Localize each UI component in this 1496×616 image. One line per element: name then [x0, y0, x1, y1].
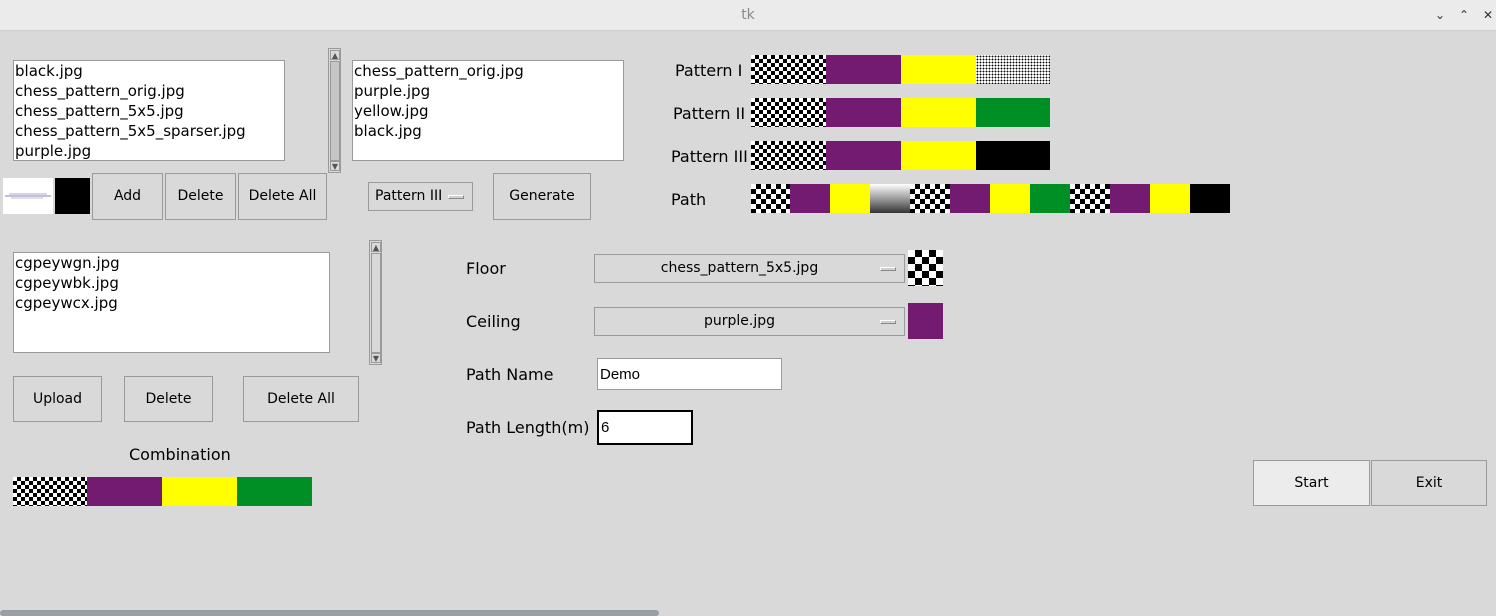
thumbnail-graphic [5, 193, 51, 199]
combination-label: Combination [129, 445, 231, 464]
image-list[interactable]: black.jpg chess_pattern_orig.jpg chess_p… [13, 60, 285, 161]
pattern-strip [751, 141, 1050, 170]
list-item[interactable]: black.jpg [353, 121, 623, 141]
ceiling-select-value: purple.jpg [703, 313, 776, 329]
swatch-dots [976, 55, 1050, 84]
swatch-green [976, 98, 1050, 127]
swatch-yellow [162, 477, 237, 506]
path-strip [751, 184, 1230, 213]
path-length-label: Path Length(m) [466, 418, 590, 437]
upload-list-scrollbar[interactable]: ▲ ▼ [369, 240, 382, 365]
scroll-down-icon[interactable]: ▼ [330, 161, 340, 171]
dropdown-indicator-icon [880, 266, 896, 271]
image-preview-thumbnail [3, 178, 53, 214]
swatch-yellow [990, 184, 1030, 213]
minimize-icon[interactable]: ⌄ [1432, 6, 1448, 24]
list-item[interactable]: cgpeywbk.jpg [14, 273, 329, 293]
path-name-label: Path Name [466, 365, 554, 384]
pattern-select-value: Pattern III [375, 188, 443, 204]
floor-select[interactable]: chess_pattern_5x5.jpg [594, 254, 905, 283]
pattern-label: Pattern III [671, 147, 748, 166]
floor-label: Floor [466, 259, 506, 278]
selected-list[interactable]: chess_pattern_orig.jpg purple.jpg yellow… [352, 60, 624, 161]
dropdown-indicator-icon [448, 194, 464, 199]
list-item[interactable]: black.jpg [14, 61, 284, 81]
swatch-yellow [830, 184, 870, 213]
swatch-chess [751, 141, 826, 170]
scroll-down-icon[interactable]: ▼ [371, 353, 381, 363]
swatch-chess [910, 184, 950, 213]
swatch-green [237, 477, 312, 506]
pattern-strip [751, 55, 1050, 84]
swatch-purple [87, 477, 162, 506]
swatch-yellow [901, 141, 976, 170]
horizontal-scrollbar[interactable] [0, 610, 659, 616]
list-item[interactable]: cgpeywcx.jpg [14, 293, 329, 313]
swatch-dots [870, 184, 910, 213]
swatch-green [1030, 184, 1070, 213]
pattern-label: Pattern I [675, 61, 743, 80]
exit-button[interactable]: Exit [1371, 460, 1487, 506]
color-preview-swatch [55, 178, 90, 214]
scroll-up-icon[interactable]: ▲ [330, 50, 340, 60]
swatch-black [1190, 184, 1230, 213]
pattern-select[interactable]: Pattern III [368, 182, 473, 211]
path-label: Path [671, 190, 707, 209]
scroll-up-icon[interactable]: ▲ [371, 242, 381, 252]
scroll-thumb[interactable] [330, 61, 340, 161]
path-name-input[interactable] [597, 358, 782, 390]
list-item[interactable]: chess_pattern_5x5.jpg [14, 101, 284, 121]
window-title: tk [741, 7, 755, 23]
add-button[interactable]: Add [92, 173, 163, 220]
swatch-purple [826, 98, 901, 127]
swatch-black [976, 141, 1050, 170]
upload-delete-all-button[interactable]: Delete All [243, 376, 359, 422]
list-item[interactable]: purple.jpg [353, 81, 623, 101]
image-list-scrollbar[interactable]: ▲ ▼ [328, 48, 341, 173]
floor-preview-swatch [908, 250, 943, 286]
start-button[interactable]: Start [1253, 460, 1370, 506]
combination-strip [13, 477, 312, 506]
list-item[interactable]: chess_pattern_5x5_sparser.jpg [14, 121, 284, 141]
pattern-strip [751, 98, 1050, 127]
maximize-icon[interactable]: ⌃ [1456, 6, 1472, 24]
swatch-yellow [901, 98, 976, 127]
close-icon[interactable]: ✕ [1480, 6, 1496, 24]
delete-all-button[interactable]: Delete All [238, 173, 327, 220]
list-item[interactable]: purple.jpg [14, 141, 284, 160]
swatch-chess [751, 184, 790, 213]
path-length-input[interactable] [597, 410, 693, 445]
swatch-yellow [1150, 184, 1190, 213]
scroll-thumb[interactable] [371, 253, 381, 353]
swatch-purple [826, 55, 901, 84]
generate-button[interactable]: Generate [493, 173, 591, 220]
ceiling-select[interactable]: purple.jpg [594, 307, 905, 336]
list-item[interactable]: yellow.jpg [353, 101, 623, 121]
list-item[interactable]: chess_pattern_orig.jpg [14, 81, 284, 101]
list-item[interactable]: cgpeywgn.jpg [14, 253, 329, 273]
swatch-chess [751, 55, 826, 84]
delete-button[interactable]: Delete [165, 173, 236, 220]
swatch-purple [826, 141, 901, 170]
dropdown-indicator-icon [880, 319, 896, 324]
ceiling-label: Ceiling [466, 312, 521, 331]
ceiling-preview-swatch [908, 303, 943, 339]
floor-select-value: chess_pattern_5x5.jpg [660, 260, 819, 276]
swatch-purple [1110, 184, 1150, 213]
upload-delete-button[interactable]: Delete [124, 376, 213, 422]
upload-list[interactable]: cgpeywgn.jpg cgpeywbk.jpg cgpeywcx.jpg [13, 252, 330, 353]
swatch-chess [751, 98, 826, 127]
pattern-label: Pattern II [673, 104, 746, 123]
swatch-purple [790, 184, 830, 213]
swatch-chess [1070, 184, 1110, 213]
list-item[interactable]: chess_pattern_orig.jpg [353, 61, 623, 81]
upload-button[interactable]: Upload [13, 376, 102, 422]
swatch-purple [950, 184, 990, 213]
swatch-yellow [901, 55, 976, 84]
swatch-chess [13, 477, 87, 506]
